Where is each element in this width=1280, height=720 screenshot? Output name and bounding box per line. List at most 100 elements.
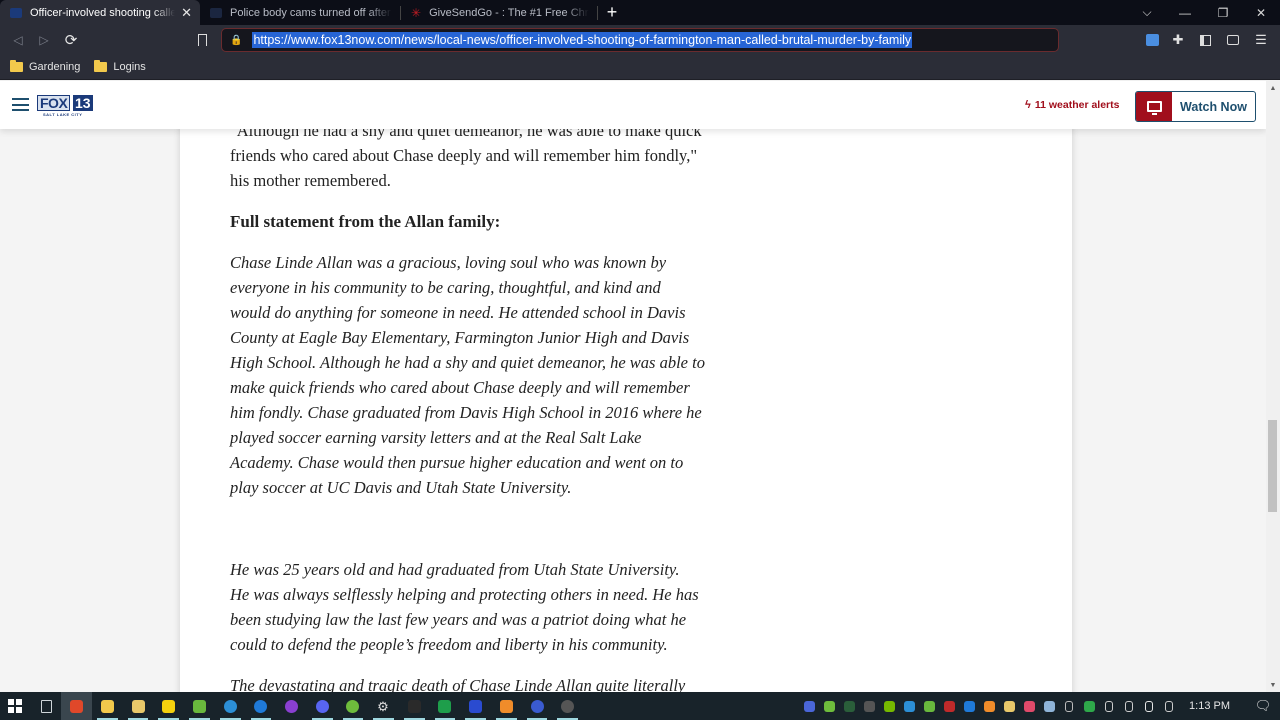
taskbar-app-blue-globe[interactable] bbox=[215, 692, 246, 720]
page-viewport: FOX 13 SALT LAKE CITY ϟ 11 weather alert… bbox=[0, 81, 1266, 692]
tab-title: GiveSendGo - : The #1 Free Christian Fun… bbox=[429, 6, 589, 19]
settings-icon: ⚙ bbox=[377, 698, 389, 714]
taskbar-file-explorer[interactable] bbox=[92, 692, 123, 720]
tv-icon bbox=[1146, 101, 1162, 115]
taskbar-start[interactable] bbox=[0, 692, 31, 720]
tab-title: Officer-involved shooting called 'brutal… bbox=[30, 6, 176, 19]
scrollbar-thumb[interactable] bbox=[1268, 420, 1277, 512]
folder-icon bbox=[10, 60, 23, 72]
tray-obs-icon[interactable] bbox=[939, 692, 959, 720]
taskbar-app-purple[interactable] bbox=[276, 692, 307, 720]
minimize-button[interactable]: — bbox=[1166, 0, 1204, 25]
app-green-icon bbox=[192, 699, 206, 713]
vpn-icon bbox=[843, 700, 855, 712]
bookmark-folder-gardening[interactable]: Gardening bbox=[10, 60, 80, 73]
extensions-puzzle-icon[interactable]: ✚ bbox=[1165, 25, 1191, 55]
close-window-button[interactable]: ✕ bbox=[1242, 0, 1280, 25]
hamburger-menu-icon[interactable] bbox=[12, 98, 29, 111]
close-tab-icon[interactable]: ✕ bbox=[181, 5, 192, 21]
tray-network-icon[interactable] bbox=[1119, 692, 1139, 720]
tray-password-manager-icon[interactable] bbox=[799, 692, 819, 720]
statement-heading: Full statement from the Allan family: bbox=[230, 212, 501, 231]
tab-active[interactable]: Officer-involved shooting called 'brutal… bbox=[0, 0, 200, 25]
new-tab-button[interactable]: + bbox=[598, 0, 626, 25]
taskbar-discord[interactable] bbox=[307, 692, 338, 720]
taskbar-vpn-shield[interactable] bbox=[460, 692, 491, 720]
tray-app-globe-icon[interactable] bbox=[899, 692, 919, 720]
tray-nvidia-icon[interactable] bbox=[879, 692, 899, 720]
taskbar-epic-games[interactable] bbox=[399, 692, 430, 720]
address-bar[interactable]: 🔒 https://www.fox13now.com/news/local-ne… bbox=[221, 28, 1059, 52]
forward-button[interactable]: ▷ bbox=[31, 28, 57, 52]
taskbar-utorrent[interactable] bbox=[338, 692, 369, 720]
bookmark-folder-logins[interactable]: Logins bbox=[94, 60, 146, 73]
weather-alerts-label: 11 weather alerts bbox=[1034, 99, 1120, 111]
statement-line: High School. Although he had a shy and q… bbox=[230, 353, 705, 372]
watch-now-button[interactable]: Watch Now bbox=[1135, 91, 1256, 122]
app-green-icon bbox=[923, 700, 935, 712]
page-scrollbar[interactable]: ▲ ▼ bbox=[1266, 81, 1280, 692]
app-feather-icon bbox=[131, 699, 145, 713]
tray-utorrent-icon[interactable] bbox=[819, 692, 839, 720]
tray-app-feather-icon[interactable] bbox=[999, 692, 1019, 720]
tab-givesendgo[interactable]: ✳ GiveSendGo - : The #1 Free Christian F… bbox=[401, 0, 597, 25]
tray-app-multi-icon[interactable] bbox=[1019, 692, 1039, 720]
taskbar-settings[interactable]: ⚙ bbox=[368, 692, 399, 720]
tray-app-blue-icon[interactable] bbox=[959, 692, 979, 720]
scroll-up-arrow-icon[interactable]: ▲ bbox=[1266, 81, 1280, 95]
logo-fox: FOX bbox=[37, 95, 71, 111]
tray-steam-icon[interactable] bbox=[1039, 692, 1059, 720]
tray-volume-icon[interactable] bbox=[1099, 692, 1119, 720]
restore-button[interactable]: ❐ bbox=[1204, 0, 1242, 25]
tray-camera-icon[interactable] bbox=[1159, 692, 1179, 720]
app-multi-icon bbox=[1023, 700, 1035, 712]
app-lock-icon bbox=[530, 699, 544, 713]
tray-app-green-icon[interactable] bbox=[919, 692, 939, 720]
folder-icon bbox=[94, 60, 108, 72]
epic-games-icon bbox=[863, 700, 875, 712]
tab-search-chevron-icon[interactable]: ⌵ bbox=[1128, 0, 1166, 25]
bookmark-page-button[interactable] bbox=[189, 28, 215, 52]
clock[interactable]: 1:13 PM bbox=[1189, 700, 1230, 712]
tray-epic-games-icon[interactable] bbox=[859, 692, 879, 720]
menu-icon[interactable]: ☰ bbox=[1248, 25, 1274, 55]
microphone-icon bbox=[1145, 700, 1154, 712]
app-orange-icon bbox=[499, 699, 513, 713]
fox13-logo[interactable]: FOX 13 SALT LAKE CITY bbox=[37, 95, 93, 117]
logo-city: SALT LAKE CITY bbox=[43, 112, 83, 117]
tray-microphone-icon[interactable] bbox=[1139, 692, 1159, 720]
taskbar-app-green[interactable] bbox=[184, 692, 215, 720]
tab-body-cams[interactable]: Police body cams turned off after office… bbox=[200, 0, 400, 25]
statement-line: He was always selflessly helping and pro… bbox=[230, 585, 699, 604]
tray-usb-icon[interactable] bbox=[1059, 692, 1079, 720]
url-text[interactable]: https://www.fox13now.com/news/local-news… bbox=[252, 32, 913, 48]
statement-line: would do anything for someone in need. H… bbox=[230, 303, 686, 322]
app-feather-icon bbox=[1003, 700, 1015, 712]
taskbar-excel[interactable] bbox=[430, 692, 461, 720]
tray-app-orange-icon[interactable] bbox=[979, 692, 999, 720]
taskbar-app-orange[interactable] bbox=[491, 692, 522, 720]
start-icon bbox=[8, 699, 23, 713]
reload-button[interactable]: ⟳ bbox=[58, 28, 84, 52]
tray-defender-icon[interactable] bbox=[1079, 692, 1099, 720]
taskbar-app-blue-b[interactable] bbox=[246, 692, 277, 720]
back-button[interactable]: ◁ bbox=[5, 28, 31, 52]
taskbar-sticky-notes[interactable] bbox=[153, 692, 184, 720]
sidebar-toggle-icon[interactable] bbox=[1192, 25, 1218, 55]
bookmarks-bar: Gardening Logins bbox=[0, 55, 1280, 80]
weather-alerts-link[interactable]: ϟ 11 weather alerts bbox=[1025, 99, 1119, 111]
statement-line: everyone in his community to be caring, … bbox=[230, 278, 661, 297]
taskbar-brave-browser[interactable] bbox=[61, 692, 93, 720]
taskbar-obs[interactable] bbox=[552, 692, 583, 720]
tab-bar: Officer-involved shooting called 'brutal… bbox=[0, 0, 1280, 25]
tray-vpn-icon[interactable] bbox=[839, 692, 859, 720]
wallet-icon[interactable] bbox=[1220, 25, 1246, 55]
app-blue-globe-icon bbox=[223, 699, 237, 713]
taskbar-app-feather[interactable] bbox=[123, 692, 154, 720]
taskbar-app-lock[interactable] bbox=[522, 692, 553, 720]
notifications-icon[interactable]: 🗨 bbox=[1246, 698, 1280, 714]
taskbar-task-view[interactable] bbox=[31, 692, 62, 720]
sticky-notes-icon bbox=[162, 699, 176, 713]
translate-extension-icon[interactable] bbox=[1139, 25, 1165, 55]
scroll-down-arrow-icon[interactable]: ▼ bbox=[1266, 678, 1280, 692]
